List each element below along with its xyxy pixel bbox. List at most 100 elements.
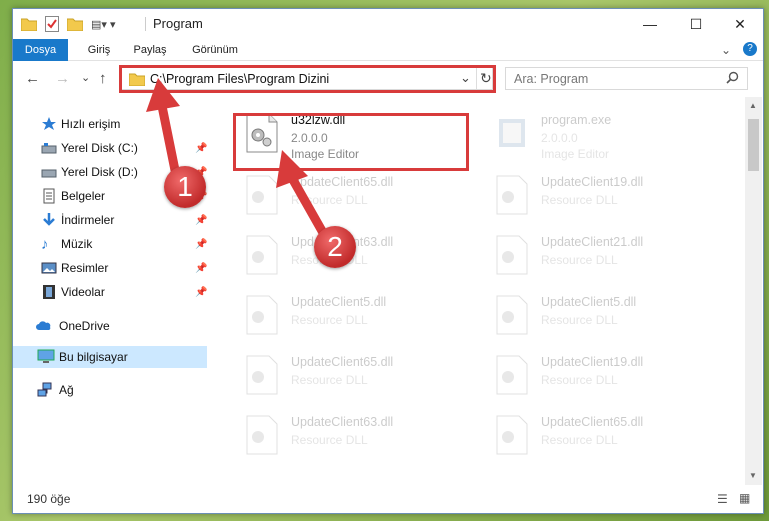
file-tile[interactable]: UpdateClient21.dll Resource DLL — [483, 229, 713, 281]
step-1-badge: 1 — [164, 166, 206, 208]
dll-file-icon — [495, 235, 529, 275]
scroll-up-icon[interactable]: ▲ — [749, 101, 757, 110]
search-icon[interactable] — [726, 71, 739, 84]
maximize-button[interactable]: ☐ — [673, 9, 719, 39]
back-button[interactable]: ← — [25, 70, 40, 87]
dll-file-icon — [495, 175, 529, 215]
tiles-view-icon[interactable]: ▦ — [739, 491, 750, 505]
exe-file-icon — [495, 113, 529, 153]
dll-file-icon — [495, 295, 529, 335]
customize-toolbar-icon[interactable]: ▤▾ ▾ — [91, 18, 116, 31]
up-button[interactable]: ↑ — [99, 70, 107, 87]
sidebar-item-quick-access[interactable]: Hızlı erişim — [13, 113, 207, 135]
title-bar: ▤▾ ▾ Program — ☐ ✕ — [13, 9, 763, 39]
sidebar-item-network[interactable]: Ağ — [13, 379, 207, 401]
pin-icon[interactable]: 📌 — [195, 287, 207, 298]
file-list: u32lzw.dll 2.0.0.0 Image Editor program.… — [211, 97, 741, 485]
file-name: UpdateClient65.dll — [291, 175, 394, 189]
window-title: Program — [153, 16, 203, 31]
scrollbar-thumb[interactable] — [748, 119, 759, 171]
status-bar: 190 öğe ☰ ▦ — [13, 485, 763, 513]
minimize-button[interactable]: — — [627, 9, 673, 39]
file-tile[interactable]: UpdateClient63.dll Resource DLL — [233, 409, 463, 461]
sidebar-item-label: Yerel Disk (D:) — [61, 165, 138, 179]
document-icon — [41, 188, 57, 204]
dll-file-icon — [245, 355, 279, 395]
video-icon — [41, 284, 57, 300]
recent-locations-button[interactable]: ⌄ — [81, 71, 90, 84]
pin-icon[interactable]: 📌 — [195, 215, 207, 226]
computer-icon — [37, 349, 55, 365]
close-button[interactable]: ✕ — [717, 9, 763, 39]
file-tile[interactable]: UpdateClient19.dll Resource DLL — [483, 169, 713, 221]
file-description: Image Editor — [541, 147, 610, 161]
new-folder-icon[interactable] — [67, 17, 83, 31]
dll-file-icon — [245, 235, 279, 275]
file-description: Resource DLL — [541, 253, 618, 267]
sidebar-item-label: Bu bilgisayar — [59, 350, 128, 364]
file-description: Resource DLL — [541, 433, 618, 447]
ribbon-expand-icon[interactable]: ⌄ — [721, 43, 731, 57]
sidebar-item-downloads[interactable]: İndirmeler 📌 — [13, 209, 207, 231]
pictures-icon — [41, 260, 57, 276]
file-tile[interactable]: UpdateClient19.dll Resource DLL — [483, 349, 713, 401]
file-tile[interactable]: UpdateClient65.dll Resource DLL — [483, 409, 713, 461]
file-tile[interactable]: UpdateClient65.dll Resource DLL — [233, 349, 463, 401]
search-placeholder: Ara: Program — [514, 72, 589, 86]
sidebar-item-videos[interactable]: Videolar 📌 — [13, 281, 207, 303]
scroll-down-icon[interactable]: ▼ — [749, 471, 757, 480]
tab-home[interactable]: Giriş — [79, 39, 119, 61]
file-name: UpdateClient5.dll — [541, 295, 637, 309]
pin-icon[interactable]: 📌 — [195, 263, 207, 274]
sidebar-item-label: İndirmeler — [61, 213, 115, 227]
sidebar-item-label: Ağ — [59, 383, 74, 397]
help-icon[interactable]: ? — [743, 42, 757, 56]
file-description: Resource DLL — [291, 373, 368, 387]
sidebar-item-onedrive[interactable]: OneDrive — [13, 315, 207, 337]
sidebar-item-label: Belgeler — [61, 189, 106, 203]
sidebar-item-label: Yerel Disk (C:) — [61, 141, 138, 155]
navigation-pane: Hızlı erişim Yerel Disk (C:) 📌 Yerel Dis… — [13, 97, 209, 485]
step-2-badge: 2 — [314, 226, 356, 268]
address-highlight-box — [119, 65, 496, 93]
forward-button[interactable]: → — [55, 70, 70, 87]
file-description: Resource DLL — [291, 313, 368, 327]
tab-share[interactable]: Paylaş — [125, 39, 175, 61]
file-tile[interactable]: UpdateClient5.dll Resource DLL — [233, 289, 463, 341]
pin-icon[interactable]: 📌 — [195, 239, 207, 250]
tab-view[interactable]: Görünüm — [185, 39, 245, 61]
file-name: UpdateClient21.dll — [541, 235, 644, 249]
music-icon: ♪ — [41, 236, 49, 253]
file-tile[interactable]: UpdateClient5.dll Resource DLL — [483, 289, 713, 341]
file-tile[interactable]: UpdateClient65.dll Resource DLL — [233, 169, 463, 221]
sidebar-item-local-disk-c[interactable]: Yerel Disk (C:) 📌 — [13, 137, 207, 159]
vertical-scrollbar[interactable]: ▲ ▼ — [745, 97, 762, 485]
sidebar-item-label: OneDrive — [59, 319, 110, 333]
sidebar-item-pictures[interactable]: Resimler 📌 — [13, 257, 207, 279]
file-tile[interactable]: program.exe 2.0.0.0 Image Editor — [483, 107, 713, 161]
drive-icon — [41, 140, 57, 156]
details-view-icon[interactable]: ☰ — [717, 492, 728, 506]
tab-file[interactable]: Dosya — [13, 39, 68, 61]
file-name: program.exe — [541, 113, 612, 127]
file-name: UpdateClient65.dll — [291, 355, 394, 369]
sidebar-item-label: Müzik — [61, 237, 93, 251]
sidebar-item-music[interactable]: ♪ Müzik 📌 — [13, 233, 207, 255]
file-description: Resource DLL — [541, 373, 618, 387]
dll-file-icon — [495, 415, 529, 455]
dll-file-icon — [245, 175, 279, 215]
navigation-bar: ← → ⌄ ↑ C:\Program Files\Program Dizini … — [13, 61, 763, 97]
file-name: UpdateClient19.dll — [541, 175, 644, 189]
search-input[interactable]: Ara: Program — [505, 67, 748, 90]
cloud-icon — [35, 318, 51, 334]
file-description: Resource DLL — [291, 433, 368, 447]
sidebar-item-this-pc[interactable]: Bu bilgisayar — [13, 346, 207, 368]
properties-icon[interactable] — [45, 16, 59, 32]
dll-file-icon — [495, 355, 529, 395]
pin-icon[interactable]: 📌 — [195, 143, 207, 154]
sidebar-item-label: Hızlı erişim — [61, 117, 121, 131]
item-count: 190 öğe — [27, 492, 71, 506]
file-description: Resource DLL — [541, 193, 618, 207]
file-description: Resource DLL — [291, 193, 368, 207]
file-name: UpdateClient19.dll — [541, 355, 644, 369]
